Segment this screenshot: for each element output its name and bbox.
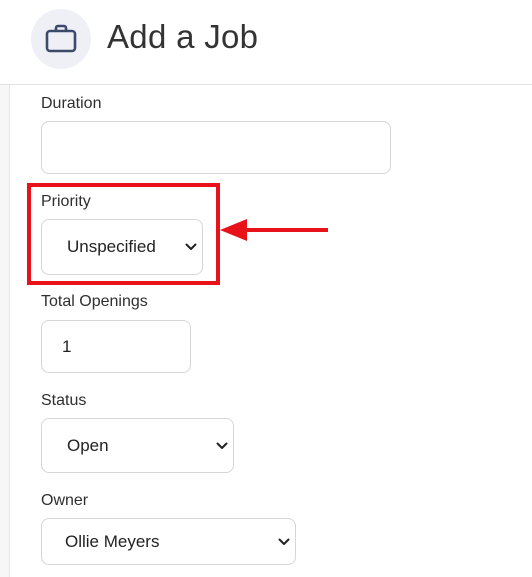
chevron-down-icon: [216, 442, 228, 449]
priority-highlight-box: [27, 183, 220, 285]
owner-selected-value: Ollie Meyers: [65, 531, 160, 551]
duration-input[interactable]: [41, 121, 391, 174]
add-job-page: Add a Job Duration Priority Unspecified …: [0, 0, 532, 577]
left-rail: [0, 85, 10, 577]
page-title: Add a Job: [107, 18, 259, 55]
total-openings-value: 1: [62, 336, 72, 356]
total-openings-label: Total Openings: [41, 293, 148, 310]
status-selected-value: Open: [67, 435, 109, 455]
header-icon-badge: [31, 9, 91, 69]
total-openings-input[interactable]: 1: [41, 320, 191, 373]
page-header: Add a Job: [0, 0, 532, 85]
owner-label: Owner: [41, 492, 89, 509]
status-select[interactable]: Open: [41, 418, 234, 473]
status-label: Status: [41, 392, 87, 409]
left-arrow-icon: [220, 219, 328, 241]
duration-label: Duration: [41, 95, 102, 112]
briefcase-icon: [45, 24, 77, 53]
owner-select[interactable]: Ollie Meyers: [41, 518, 296, 565]
chevron-down-icon: [278, 538, 290, 545]
